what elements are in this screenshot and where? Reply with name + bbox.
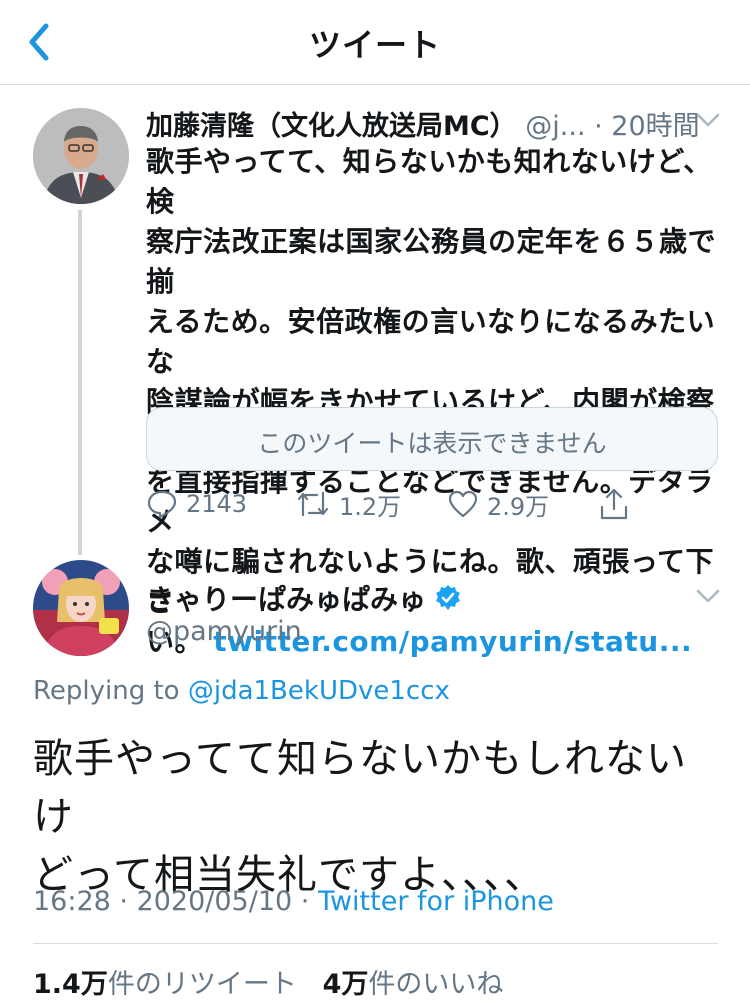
tweet-stats: 1.4万件のリツイート 4万件のいいね <box>33 962 503 1001</box>
divider <box>33 943 718 944</box>
like-icon <box>448 490 478 518</box>
author-name[interactable]: 加藤清隆（文化人放送局MC） <box>146 111 517 142</box>
like-button[interactable]: 2.9万 <box>447 486 549 522</box>
retweets-stat[interactable]: 1.4万件のリツイート <box>33 969 297 1000</box>
retweet-count: 1.2万 <box>339 492 402 521</box>
chevron-down-icon[interactable] <box>694 586 722 606</box>
author-name[interactable]: きゃりーぱみゅぱみゅ <box>146 578 426 618</box>
like-label: 件のいいね <box>368 969 504 1000</box>
reply-button[interactable]: 2143 <box>146 486 247 522</box>
author-name-row[interactable]: きゃりーぱみゅぱみゅ <box>146 578 462 618</box>
chevron-down-icon[interactable] <box>694 110 722 130</box>
tweet-time[interactable]: 20時間 <box>611 111 699 142</box>
tweet-date: 2020/05/10 <box>136 886 293 917</box>
retweet-label: 件のリツイート <box>107 969 297 1000</box>
retweet-button[interactable]: 1.2万 <box>295 486 401 522</box>
quoted-tweet-unavailable[interactable]: このツイートは表示できません <box>146 407 718 471</box>
tweet-meta: 16:28 · 2020/05/10 · Twitter for iPhone <box>33 886 554 917</box>
like-count: 2.9万 <box>487 492 550 521</box>
verified-icon <box>436 585 461 610</box>
tweet-text-line: 歌手やってて、知らないかも知れないけど、検 <box>146 145 712 218</box>
likes-stat[interactable]: 4万件のいいね <box>323 969 504 1000</box>
share-icon <box>600 488 628 520</box>
avatar[interactable] <box>33 108 129 204</box>
replying-to: Replying to @jda1BekUDve1ccx <box>33 676 450 706</box>
like-total: 4万 <box>322 969 369 1000</box>
separator-dot: · <box>594 111 612 142</box>
tweet-text-line: 察庁法改正案は国家公務員の定年を６５歳で揃 <box>146 225 717 298</box>
reply-icon <box>147 490 177 519</box>
reply-mention-link[interactable]: @jda1BekUDve1ccx <box>188 676 450 706</box>
avatar[interactable] <box>33 560 129 656</box>
page-title: ツイート <box>308 26 441 64</box>
tweet-text: 歌手やってて知らないかもしれないけ どって相当失礼ですよ、、、、 <box>33 730 723 904</box>
tweet-time: 16:28 <box>33 886 111 917</box>
author-handle[interactable]: @pamyurin <box>146 616 302 647</box>
tweet-text-line: えるため。安倍政権の言いなりになるみたいな <box>146 305 716 378</box>
thread-connector <box>78 210 82 555</box>
replying-prefix: Replying to <box>33 676 180 706</box>
unavailable-message: このツイートは表示できません <box>257 429 607 458</box>
retweet-icon <box>297 491 329 517</box>
reply-count: 2143 <box>186 490 248 518</box>
tweet-text-line: 歌手やってて知らないかもしれないけ <box>33 736 687 840</box>
tweet-header: 加藤清隆（文化人放送局MC） @j... · 20時間 <box>146 104 736 142</box>
share-button[interactable] <box>598 486 630 522</box>
tweet-source-link[interactable]: Twitter for iPhone <box>318 886 554 917</box>
retweet-total: 1.4万 <box>33 969 108 1000</box>
author-handle[interactable]: @j... <box>525 111 585 142</box>
